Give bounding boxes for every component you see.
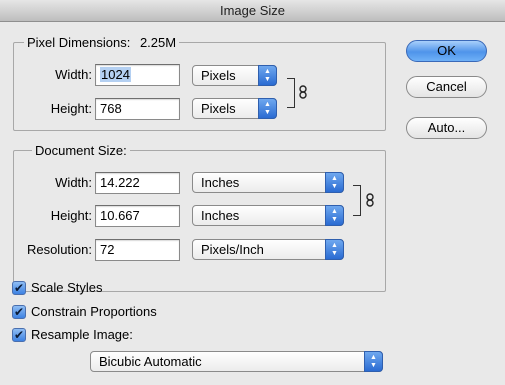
pixel-constrain-bracket	[287, 78, 295, 108]
pixel-height-value: 768	[100, 101, 122, 116]
pixel-width-unit-select[interactable]: Pixels ▲ ▼	[192, 65, 277, 86]
pixel-dimensions-label: Pixel Dimensions:	[27, 35, 131, 50]
window-title: Image Size	[0, 0, 505, 22]
auto-button[interactable]: Auto...	[406, 117, 487, 139]
doc-width-label: Width:	[55, 175, 92, 190]
doc-width-unit-select[interactable]: Inches ▲ ▼	[192, 172, 344, 193]
chain-link-icon	[299, 85, 307, 102]
constrain-proportions-label: Constrain Proportions	[31, 304, 157, 319]
doc-height-value: 10.667	[100, 208, 140, 223]
resolution-field[interactable]: 72	[95, 239, 180, 261]
chain-link-icon	[366, 193, 374, 210]
doc-height-field[interactable]: 10.667	[95, 205, 180, 227]
pixel-width-field[interactable]: 1024	[95, 64, 180, 86]
pixel-height-field[interactable]: 768	[95, 98, 180, 120]
resolution-label: Resolution:	[26, 242, 92, 257]
popup-arrows-icon: ▲ ▼	[325, 205, 344, 226]
pixel-width-value: 1024	[100, 67, 131, 82]
popup-arrows-icon: ▲ ▼	[325, 172, 344, 193]
popup-arrows-icon: ▲ ▼	[258, 98, 277, 119]
resolution-unit: Pixels/Inch	[201, 242, 264, 257]
resolution-value: 72	[100, 242, 115, 257]
doc-width-unit: Inches	[201, 175, 240, 190]
resolution-unit-select[interactable]: Pixels/Inch ▲ ▼	[192, 239, 344, 260]
constrain-proportions-checkbox[interactable]: ✔	[12, 305, 26, 319]
pixel-height-unit: Pixels	[201, 101, 236, 116]
popup-arrows-icon: ▲ ▼	[364, 351, 383, 372]
scale-styles-checkbox[interactable]: ✔	[12, 281, 26, 295]
document-size-legend: Document Size:	[32, 143, 130, 159]
pixel-width-label: Width:	[55, 67, 92, 82]
pixel-height-unit-select[interactable]: Pixels ▲ ▼	[192, 98, 277, 119]
doc-width-value: 14.222	[100, 175, 140, 190]
popup-arrows-icon: ▲ ▼	[325, 239, 344, 260]
popup-arrows-icon: ▲ ▼	[258, 65, 277, 86]
pixel-height-label: Height:	[50, 101, 92, 116]
cancel-button[interactable]: Cancel	[406, 76, 487, 98]
dialog-content: Pixel Dimensions: 2.25M Width: 1024 Pixe…	[0, 22, 505, 385]
doc-width-field[interactable]: 14.222	[95, 172, 180, 194]
pixel-dimensions-size: 2.25M	[139, 35, 177, 50]
resample-image-checkbox[interactable]: ✔	[12, 328, 26, 342]
doc-constrain-bracket	[353, 185, 361, 216]
ok-button[interactable]: OK	[406, 40, 487, 62]
pixel-dimensions-legend: Pixel Dimensions: 2.25M	[24, 35, 180, 51]
resample-method-value: Bicubic Automatic	[99, 354, 202, 369]
doc-height-label: Height:	[50, 208, 92, 223]
doc-height-unit-select[interactable]: Inches ▲ ▼	[192, 205, 344, 226]
doc-height-unit: Inches	[201, 208, 240, 223]
resample-image-label: Resample Image:	[31, 327, 133, 342]
resample-method-select[interactable]: Bicubic Automatic ▲ ▼	[90, 351, 383, 372]
scale-styles-label: Scale Styles	[31, 280, 103, 295]
pixel-width-unit: Pixels	[201, 68, 236, 83]
